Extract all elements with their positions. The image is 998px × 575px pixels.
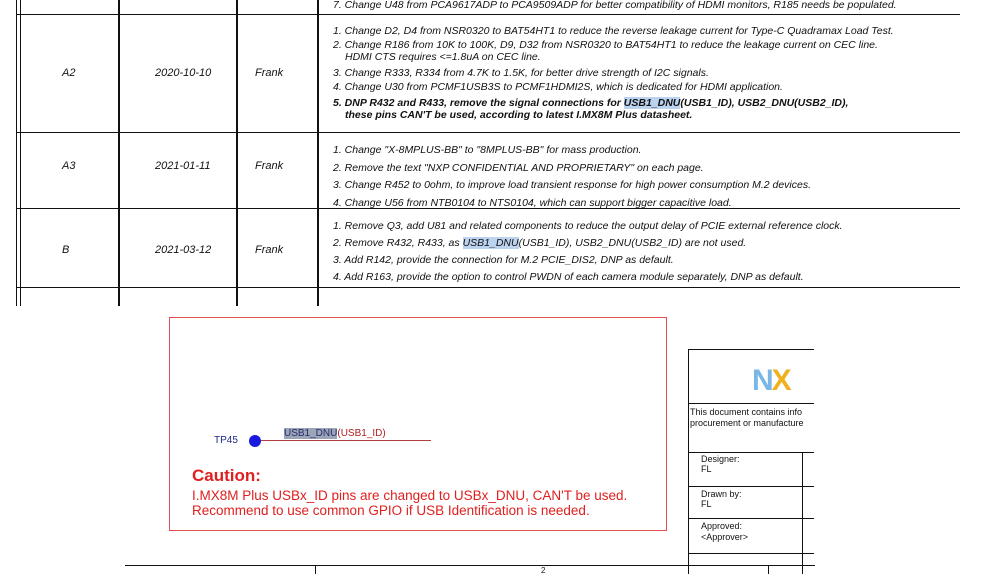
- rev-cell: B: [62, 244, 70, 256]
- row-divider: [16, 14, 960, 15]
- date-cell: 2020-10-10: [155, 67, 212, 79]
- designer-label: Designer:: [701, 454, 740, 464]
- note-line: 3. Add R142, provide the connection for …: [333, 254, 674, 266]
- title-block-divider: [688, 452, 814, 453]
- notes-b: 1. Remove Q3, add U81 and related compon…: [333, 218, 843, 286]
- note-line: 2. Remove the text "NXP CONFIDENTIAL AND…: [333, 161, 704, 174]
- logo-letter: N: [752, 364, 774, 397]
- designer-value: FL: [701, 464, 712, 474]
- caution-text-line1: I.MX8M Plus USBx_ID pins are changed to …: [192, 488, 628, 503]
- column-divider: [317, 0, 319, 306]
- drawn-by-value: FL: [701, 499, 712, 509]
- author-cell: Frank: [255, 67, 284, 79]
- caution-title: Caution:: [192, 466, 261, 485]
- note-line: 4. Change U30 from PCMF1USB3S to PCMF1HD…: [333, 81, 783, 93]
- note-line: HDMI CTS requires <=1.8uA on CEC line.: [345, 51, 541, 63]
- date-cell: 2021-01-11: [155, 160, 211, 172]
- table-border-left-inner: [20, 0, 21, 306]
- title-block-divider: [688, 403, 814, 404]
- author-cell: Frank: [255, 244, 284, 256]
- testpoint-pad[interactable]: [249, 435, 261, 447]
- notes-a2: 1. Change D2, D4 from NSR0320 to BAT54HT…: [333, 24, 894, 121]
- net-label-highlight: USB1_DNU: [284, 428, 338, 439]
- frame-tick: [315, 565, 316, 574]
- note-line-bold: these pins CAN'T be used, according to l…: [345, 109, 693, 121]
- column-divider: [118, 0, 120, 306]
- notes-a3: 1. Change "X-8MPLUS-BB" to "8MPLUS-BB" f…: [333, 142, 811, 212]
- note-line: 4. Add R163, provide the option to contr…: [333, 271, 804, 283]
- note-line: 4. Change U56 from NTB0104 to NTS0104, w…: [333, 196, 732, 209]
- highlighted-net: USB1_DNU: [462, 237, 519, 249]
- drawn-by-label: Drawn by:: [701, 489, 742, 499]
- date-cell: 2021-03-12: [155, 244, 212, 256]
- note-line: 2. Change R186 from 10K to 100K, D9, D32…: [333, 39, 878, 51]
- top-note: 7. Change U48 from PCA9617ADP to PCA9509…: [333, 0, 897, 11]
- net-wire: [261, 440, 431, 441]
- row-divider: [16, 132, 960, 133]
- note-line: 3. Change R333, R334 from 4.7K to 1.5K, …: [333, 67, 709, 79]
- rev-cell: A3: [62, 160, 76, 172]
- title-block-divider: [688, 553, 814, 554]
- caution-text-line2: Recommend to use common GPIO if USB Iden…: [192, 503, 590, 518]
- testpoint-label: TP45: [214, 435, 238, 446]
- row-divider: [16, 287, 960, 288]
- note-line: 1. Change "X-8MPLUS-BB" to "8MPLUS-BB" f…: [333, 144, 642, 156]
- note-line: 3. Change R452 to 0ohm, to improve load …: [333, 179, 812, 191]
- title-block-divider: [802, 452, 803, 574]
- highlighted-net: USB1_DNU: [623, 97, 681, 109]
- nxp-logo: NX: [752, 364, 792, 398]
- frame-tick: [768, 565, 769, 574]
- note-line: 1. Remove Q3, add U81 and related compon…: [333, 220, 843, 232]
- title-block-divider: [688, 486, 814, 487]
- approved-label: Approved:: [701, 521, 743, 531]
- column-divider: [236, 0, 238, 306]
- note-line-bold: 5. DNP R432 and R433, remove the signal …: [333, 97, 849, 109]
- table-border-left: [16, 0, 17, 306]
- rev-cell: A2: [62, 67, 76, 79]
- info-text-line2: procurement or manufacture: [690, 418, 804, 428]
- author-cell: Frank: [255, 160, 284, 172]
- frame-bottom-border: [125, 565, 815, 566]
- approved-value: <Approver>: [701, 532, 749, 542]
- note-line: 2. Remove R432, R433, as USB1_DNU(USB1_I…: [333, 237, 747, 249]
- note-line: 1. Change D2, D4 from NSR0320 to BAT54HT…: [333, 25, 894, 37]
- net-label[interactable]: USB1_DNU(USB1_ID): [284, 428, 386, 439]
- title-block-divider: [688, 518, 814, 519]
- info-text-line1: This document contains info: [690, 407, 803, 417]
- logo-letter: X: [771, 364, 792, 397]
